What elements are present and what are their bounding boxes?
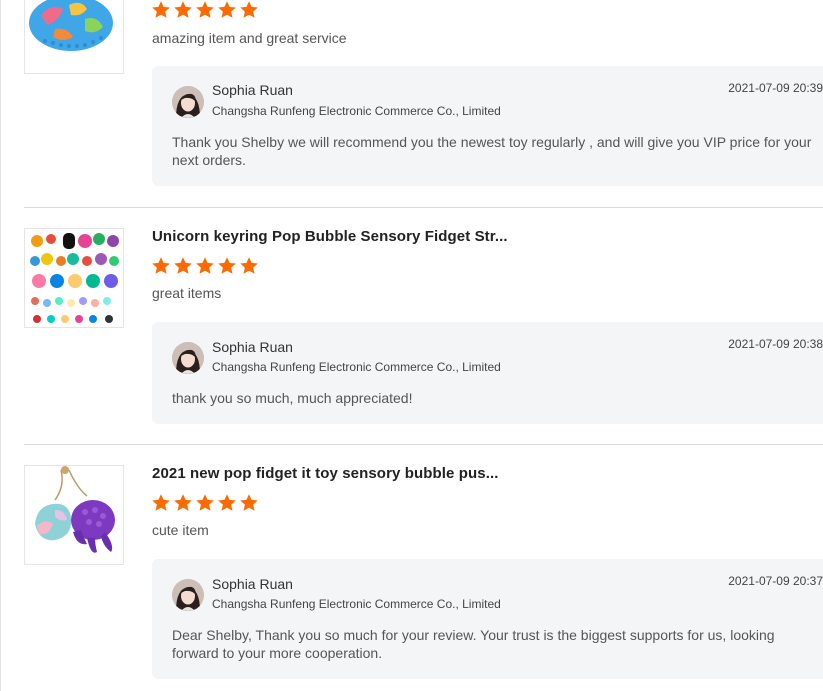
product-image xyxy=(25,229,123,327)
star-icon xyxy=(218,1,236,18)
star-icon xyxy=(174,494,192,511)
review-item: Unicorn keyring Pop Bubble Sensory Fidge… xyxy=(24,228,823,424)
product-thumbnail[interactable] xyxy=(24,465,124,565)
seller-name: Sophia Ruan xyxy=(212,576,293,592)
seller-company: Changsha Runfeng Electronic Commerce Co.… xyxy=(212,597,501,611)
star-icon xyxy=(240,1,258,18)
avatar-icon xyxy=(172,342,204,374)
star-icon xyxy=(240,494,258,511)
star-icon xyxy=(218,257,236,274)
product-title[interactable]: 2021 new pop fidget it toy sensory bubbl… xyxy=(152,465,499,482)
avatar-icon xyxy=(172,86,204,118)
rating-stars xyxy=(151,493,259,513)
product-thumbnail[interactable] xyxy=(24,228,124,328)
star-icon xyxy=(218,494,236,511)
product-thumbnail[interactable] xyxy=(24,0,124,74)
review-item: amazing item and great service Sophia Ru… xyxy=(24,0,823,186)
reply-date: 2021-07-09 20:37 xyxy=(728,574,823,588)
star-icon xyxy=(196,1,214,18)
seller-avatar xyxy=(172,579,204,611)
seller-reply: Sophia Ruan Changsha Runfeng Electronic … xyxy=(152,66,823,186)
seller-avatar xyxy=(172,342,204,374)
review-comment: amazing item and great service xyxy=(152,30,347,46)
seller-reply: Sophia Ruan Changsha Runfeng Electronic … xyxy=(152,322,823,424)
reply-date: 2021-07-09 20:39 xyxy=(728,81,823,95)
rating-stars xyxy=(151,256,259,276)
reply-text: Thank you Shelby we will recommend you t… xyxy=(172,134,812,168)
product-image xyxy=(25,0,123,73)
star-icon xyxy=(196,257,214,274)
star-icon xyxy=(152,1,170,18)
avatar-icon xyxy=(172,579,204,611)
star-icon xyxy=(174,1,192,18)
left-border xyxy=(0,0,1,691)
star-icon xyxy=(240,257,258,274)
star-icon xyxy=(152,494,170,511)
seller-company: Changsha Runfeng Electronic Commerce Co.… xyxy=(212,104,501,118)
star-icon xyxy=(174,257,192,274)
review-divider xyxy=(24,207,823,208)
seller-name: Sophia Ruan xyxy=(212,339,293,355)
star-icon xyxy=(152,257,170,274)
reply-text: Dear Shelby, Thank you so much for your … xyxy=(172,627,775,661)
rating-stars xyxy=(151,0,259,20)
seller-avatar xyxy=(172,86,204,118)
reply-text: thank you so much, much appreciated! xyxy=(172,390,413,406)
seller-company: Changsha Runfeng Electronic Commerce Co.… xyxy=(212,360,501,374)
seller-name: Sophia Ruan xyxy=(212,82,293,98)
review-comment: great items xyxy=(152,285,222,301)
reply-date: 2021-07-09 20:38 xyxy=(728,337,823,351)
review-comment: cute item xyxy=(152,522,209,538)
product-title[interactable]: Unicorn keyring Pop Bubble Sensory Fidge… xyxy=(152,228,508,245)
review-divider xyxy=(24,444,823,445)
product-image xyxy=(25,466,123,564)
review-item: 2021 new pop fidget it toy sensory bubbl… xyxy=(24,465,823,679)
star-icon xyxy=(196,494,214,511)
seller-reply: Sophia Ruan Changsha Runfeng Electronic … xyxy=(152,559,823,679)
